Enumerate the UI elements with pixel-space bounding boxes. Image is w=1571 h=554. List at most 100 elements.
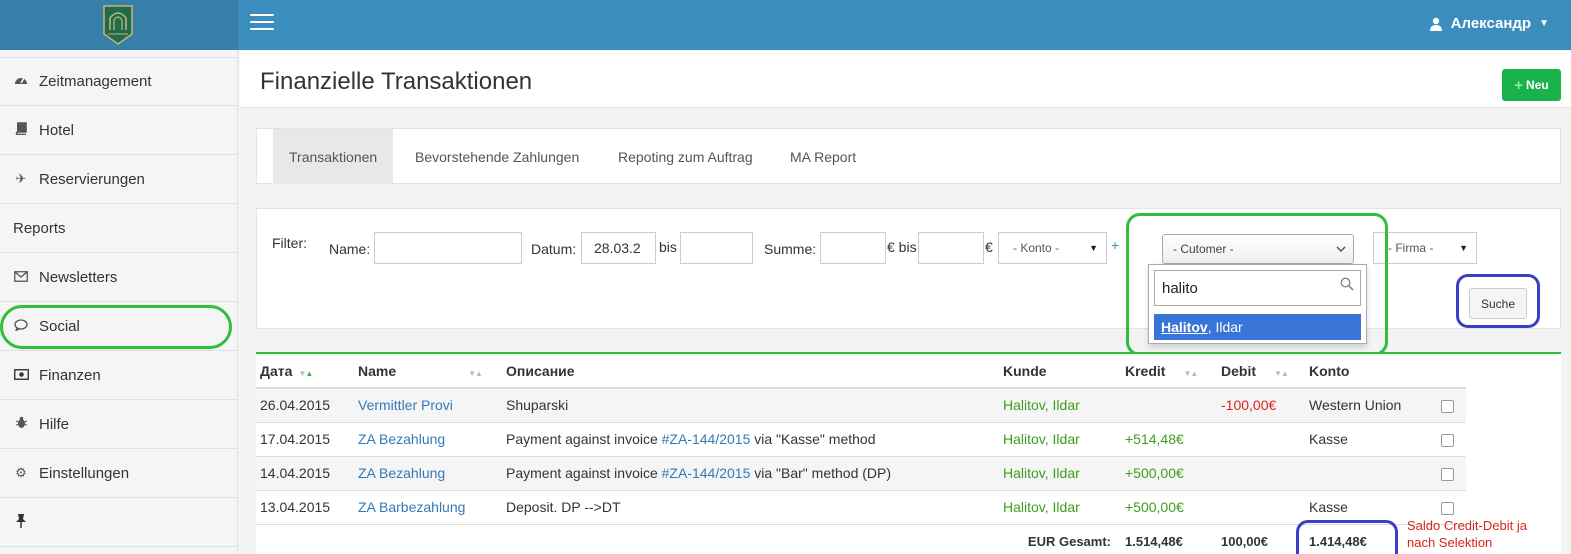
sort-icon: ▼▲: [298, 368, 313, 378]
row-checkbox[interactable]: [1441, 467, 1454, 481]
desc-text-post: via "Kasse" method: [750, 431, 876, 447]
col-header-kredit[interactable]: Kredit ▼▲: [1121, 354, 1217, 389]
col-header-label: Дата: [260, 362, 293, 379]
cell-kredit: +500,00€: [1121, 456, 1217, 491]
konto-select[interactable]: - Konto - ▼: [998, 232, 1107, 264]
cell-kredit: [1121, 388, 1217, 423]
col-header-label: Name: [358, 362, 397, 379]
new-button[interactable]: + Neu: [1502, 69, 1561, 101]
sidebar-item-label: Reservierungen: [39, 170, 145, 188]
envelope-icon: [13, 270, 29, 285]
total-kredit: 1.514,48€: [1121, 524, 1217, 554]
sidebar-item-einstellungen[interactable]: ⚙ Einstellungen: [0, 449, 237, 498]
page-header: Finanzielle Transaktionen + Neu: [240, 51, 1571, 108]
sidebar-item-hotel[interactable]: Hotel: [0, 106, 237, 155]
sidebar-item-label: Hotel: [39, 121, 75, 139]
table-row: 26.04.2015 Vermittler Provi Shuparski Ha…: [256, 388, 1466, 423]
highlight-customer-annotation: [1126, 213, 1388, 356]
pushpin-icon: [13, 513, 29, 532]
highlight-suche-annotation: [1456, 274, 1540, 328]
sidebar-item-label: Reports: [13, 219, 66, 237]
sort-icon: ▼▲: [468, 368, 483, 378]
firma-select[interactable]: - Firma - ▼: [1373, 232, 1477, 264]
sidebar: Zeitmanagement Hotel ✈ Reservierungen Re…: [0, 50, 238, 554]
bis-label: bis: [659, 239, 677, 255]
user-name: Александр: [1450, 15, 1532, 32]
highlight-finanzen-annotation: [0, 305, 232, 349]
transaction-name-link[interactable]: ZA Bezahlung: [358, 465, 445, 481]
name-input[interactable]: [374, 232, 522, 264]
euro-bis-label: € bis: [887, 239, 917, 255]
col-header-label: Konto: [1309, 362, 1350, 379]
cell-kredit: +514,48€: [1121, 422, 1217, 457]
tab-repoting-zum-auftrag[interactable]: Repoting zum Auftrag: [602, 129, 769, 184]
transaction-name-link[interactable]: Vermittler Provi: [358, 397, 453, 413]
money-icon: [13, 368, 29, 383]
cell-debit: [1217, 456, 1305, 491]
logo-icon[interactable]: [102, 4, 134, 46]
table-row: 17.04.2015 ZA Bezahlung Payment against …: [256, 422, 1466, 457]
menu-toggle-icon[interactable]: [250, 14, 274, 32]
add-konto-link[interactable]: +: [1111, 237, 1119, 253]
new-button-label: Neu: [1526, 78, 1549, 92]
cell-kredit: +500,00€: [1121, 490, 1217, 525]
tab-bevorstehende-zahlungen[interactable]: Bevorstehende Zahlungen: [399, 129, 595, 184]
desc-text: Deposit. DP -->DT: [506, 499, 621, 515]
cell-kunde: Halitov, Ildar: [999, 490, 1121, 525]
dashboard-icon: [13, 74, 29, 89]
total-debit: 100,00€: [1217, 524, 1305, 554]
cell-konto: Western Union: [1305, 388, 1437, 423]
col-header-konto: Konto: [1305, 354, 1437, 389]
page-title: Finanzielle Transaktionen: [260, 68, 533, 95]
cell-date: 14.04.2015: [256, 456, 354, 491]
desc-text: Payment against invoice: [506, 465, 662, 481]
invoice-link[interactable]: #ZA-144/2015: [662, 465, 751, 481]
sidebar-item-finanzen[interactable]: Finanzen: [0, 351, 237, 400]
sort-icon: ▼▲: [1183, 368, 1198, 378]
sidebar-item-zeitmanagement[interactable]: Zeitmanagement: [0, 57, 237, 106]
total-label: EUR Gesamt:: [502, 524, 1121, 554]
caret-down-icon: ▼: [1089, 243, 1098, 253]
row-checkbox[interactable]: [1441, 501, 1454, 515]
user-menu[interactable]: Александр ▼: [1429, 15, 1549, 32]
desc-text: Shuparski: [506, 397, 569, 414]
sidebar-item-reservierungen[interactable]: ✈ Reservierungen: [0, 155, 237, 204]
cell-date: 13.04.2015: [256, 490, 354, 525]
cell-debit: -100,00€: [1217, 388, 1305, 423]
invoice-link[interactable]: #ZA-144/2015: [662, 431, 751, 447]
cell-konto: Kasse: [1305, 422, 1437, 457]
sidebar-pin[interactable]: [0, 498, 237, 547]
sidebar-item-newsletters[interactable]: Newsletters: [0, 253, 237, 302]
col-header-date[interactable]: Дата ▼▲: [256, 354, 354, 389]
cell-description: Payment against invoice #ZA-144/2015 via…: [502, 456, 999, 491]
tab-ma-report[interactable]: MA Report: [774, 129, 872, 184]
row-checkbox[interactable]: [1441, 400, 1454, 414]
col-header-label: Kredit: [1125, 362, 1166, 379]
user-icon: [1429, 17, 1442, 31]
saldo-annotation-note: Saldo Credit-Debit ja nach Selektion: [1407, 518, 1527, 550]
cell-konto: [1305, 456, 1437, 491]
gears-icon: ⚙: [15, 465, 27, 480]
filter-label: Filter:: [272, 235, 307, 251]
sidebar-item-hilfe[interactable]: Hilfe: [0, 400, 237, 449]
cell-kunde: Halitov, Ildar: [999, 456, 1121, 491]
datum-from-input[interactable]: [581, 232, 656, 264]
transaction-name-link[interactable]: ZA Barbezahlung: [358, 499, 465, 515]
row-checkbox[interactable]: [1441, 433, 1454, 447]
total-row: EUR Gesamt: 1.514,48€ 100,00€ 1.414,48€: [256, 524, 1466, 554]
summe-to-input[interactable]: [918, 232, 984, 264]
transaction-name-link[interactable]: ZA Bezahlung: [358, 431, 445, 447]
summe-from-input[interactable]: [820, 232, 886, 264]
datum-to-input[interactable]: [680, 232, 753, 264]
col-header-description: Описание: [502, 354, 999, 389]
sidebar-item-label: Newsletters: [39, 268, 118, 286]
sidebar-item-reports[interactable]: Reports: [0, 204, 237, 253]
logo-area: [0, 0, 238, 50]
cell-description: Shuparski: [502, 388, 999, 423]
col-header-name[interactable]: Name ▼▲: [354, 354, 502, 389]
desc-text: Payment against invoice: [506, 431, 662, 447]
top-bar: Александр ▼: [0, 0, 1571, 50]
cell-description: Payment against invoice #ZA-144/2015 via…: [502, 422, 999, 457]
tab-transaktionen[interactable]: Transaktionen: [273, 129, 394, 184]
col-header-debit[interactable]: Debit ▼▲: [1217, 354, 1305, 389]
